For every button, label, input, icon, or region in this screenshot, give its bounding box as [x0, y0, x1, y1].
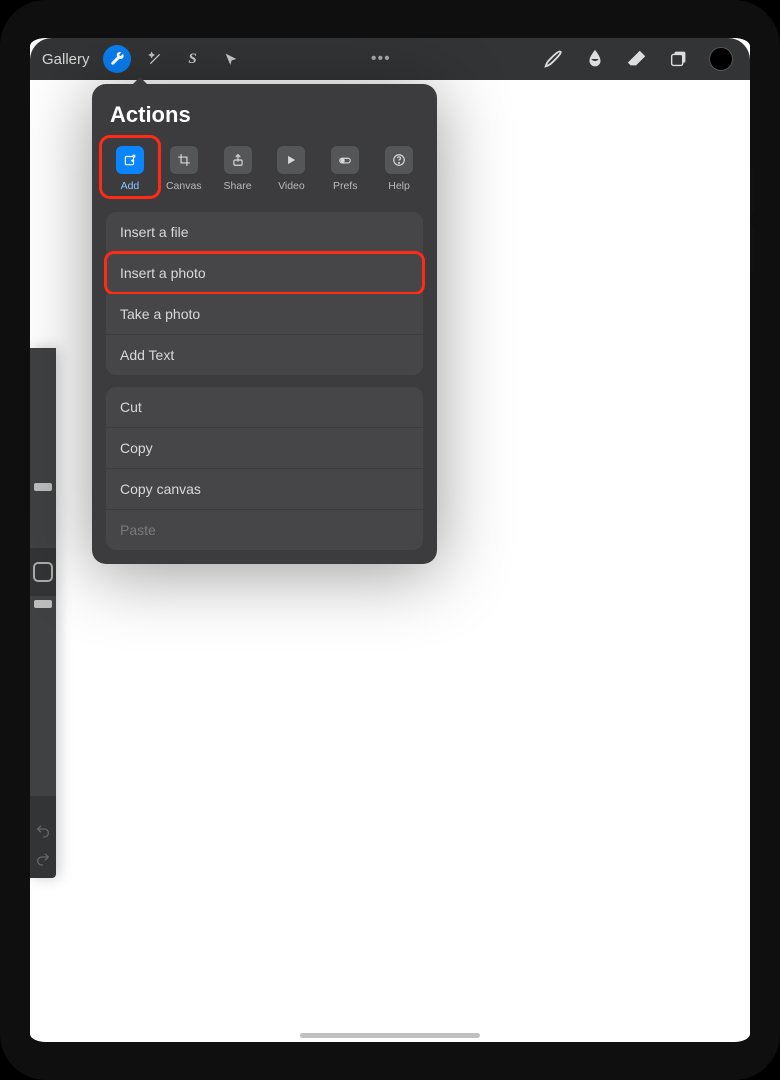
popover-arrow	[132, 77, 148, 85]
opacity-handle[interactable]	[34, 600, 52, 608]
brush-icon	[542, 48, 564, 70]
help-icon	[392, 153, 406, 167]
crop-icon	[177, 153, 191, 167]
menu-take-photo[interactable]: Take a photo	[106, 294, 423, 334]
menu-copy-canvas[interactable]: Copy canvas	[106, 469, 423, 509]
menu-group-clipboard: Cut Copy Copy canvas Paste	[106, 387, 423, 550]
tab-label: Canvas	[166, 180, 202, 192]
tab-share[interactable]: Share	[214, 142, 262, 194]
menu-group-insert: Insert a file Insert a photo Take a phot…	[106, 212, 423, 375]
menu-insert-file[interactable]: Insert a file	[106, 212, 423, 252]
more-icon[interactable]: •••	[371, 50, 391, 68]
tab-canvas[interactable]: Canvas	[160, 142, 208, 194]
layers-button[interactable]	[658, 48, 700, 70]
add-image-icon	[123, 153, 137, 167]
smudge-tool[interactable]	[574, 48, 616, 70]
tab-label: Share	[224, 180, 252, 192]
actions-button[interactable]	[98, 40, 136, 78]
brush-size-slider[interactable]	[30, 348, 56, 548]
tab-label: Add	[121, 180, 140, 192]
top-toolbar: Gallery S •••	[30, 38, 750, 80]
tab-label: Video	[278, 180, 305, 192]
screen: Gallery S •••	[30, 38, 750, 1042]
opacity-slider[interactable]	[30, 596, 56, 796]
tab-video[interactable]: Video	[267, 142, 315, 194]
actions-popover: Actions Add Canvas Share Video	[92, 84, 437, 564]
undo-icon	[35, 823, 51, 839]
redo-icon	[35, 851, 51, 867]
transform-button[interactable]	[212, 40, 250, 78]
adjustments-button[interactable]	[136, 40, 174, 78]
share-icon	[231, 153, 245, 167]
brush-tool[interactable]	[532, 48, 574, 70]
tab-label: Help	[388, 180, 410, 192]
play-icon	[284, 153, 298, 167]
smudge-icon	[584, 48, 606, 70]
arrow-cursor-icon	[223, 51, 239, 67]
wrench-icon	[109, 51, 125, 67]
menu-copy[interactable]: Copy	[106, 428, 423, 468]
gallery-button[interactable]: Gallery	[38, 51, 98, 68]
tab-help[interactable]: Help	[375, 142, 423, 194]
color-dot-icon	[709, 47, 733, 71]
tab-prefs[interactable]: Prefs	[321, 142, 369, 194]
tab-add[interactable]: Add	[106, 142, 154, 194]
selection-button[interactable]: S	[174, 40, 212, 78]
menu-paste: Paste	[106, 510, 423, 550]
actions-tab-row: Add Canvas Share Video Prefs	[106, 142, 423, 194]
layers-icon	[668, 48, 690, 70]
brush-size-handle[interactable]	[34, 483, 52, 491]
eraser-tool[interactable]	[616, 48, 658, 70]
menu-add-text[interactable]: Add Text	[106, 335, 423, 375]
menu-cut[interactable]: Cut	[106, 387, 423, 427]
menu-item-label: Insert a photo	[120, 265, 206, 281]
wand-icon	[147, 51, 163, 67]
home-indicator[interactable]	[300, 1033, 480, 1038]
modify-button[interactable]	[33, 562, 53, 582]
menu-insert-photo[interactable]: Insert a photo	[106, 253, 423, 293]
popover-title: Actions	[106, 102, 423, 128]
redo-button[interactable]	[30, 846, 56, 872]
eraser-icon	[626, 48, 648, 70]
undo-button[interactable]	[30, 818, 56, 844]
color-picker[interactable]	[700, 47, 742, 71]
left-sidebar	[30, 348, 56, 878]
toggle-icon	[338, 153, 352, 167]
tab-label: Prefs	[333, 180, 358, 192]
